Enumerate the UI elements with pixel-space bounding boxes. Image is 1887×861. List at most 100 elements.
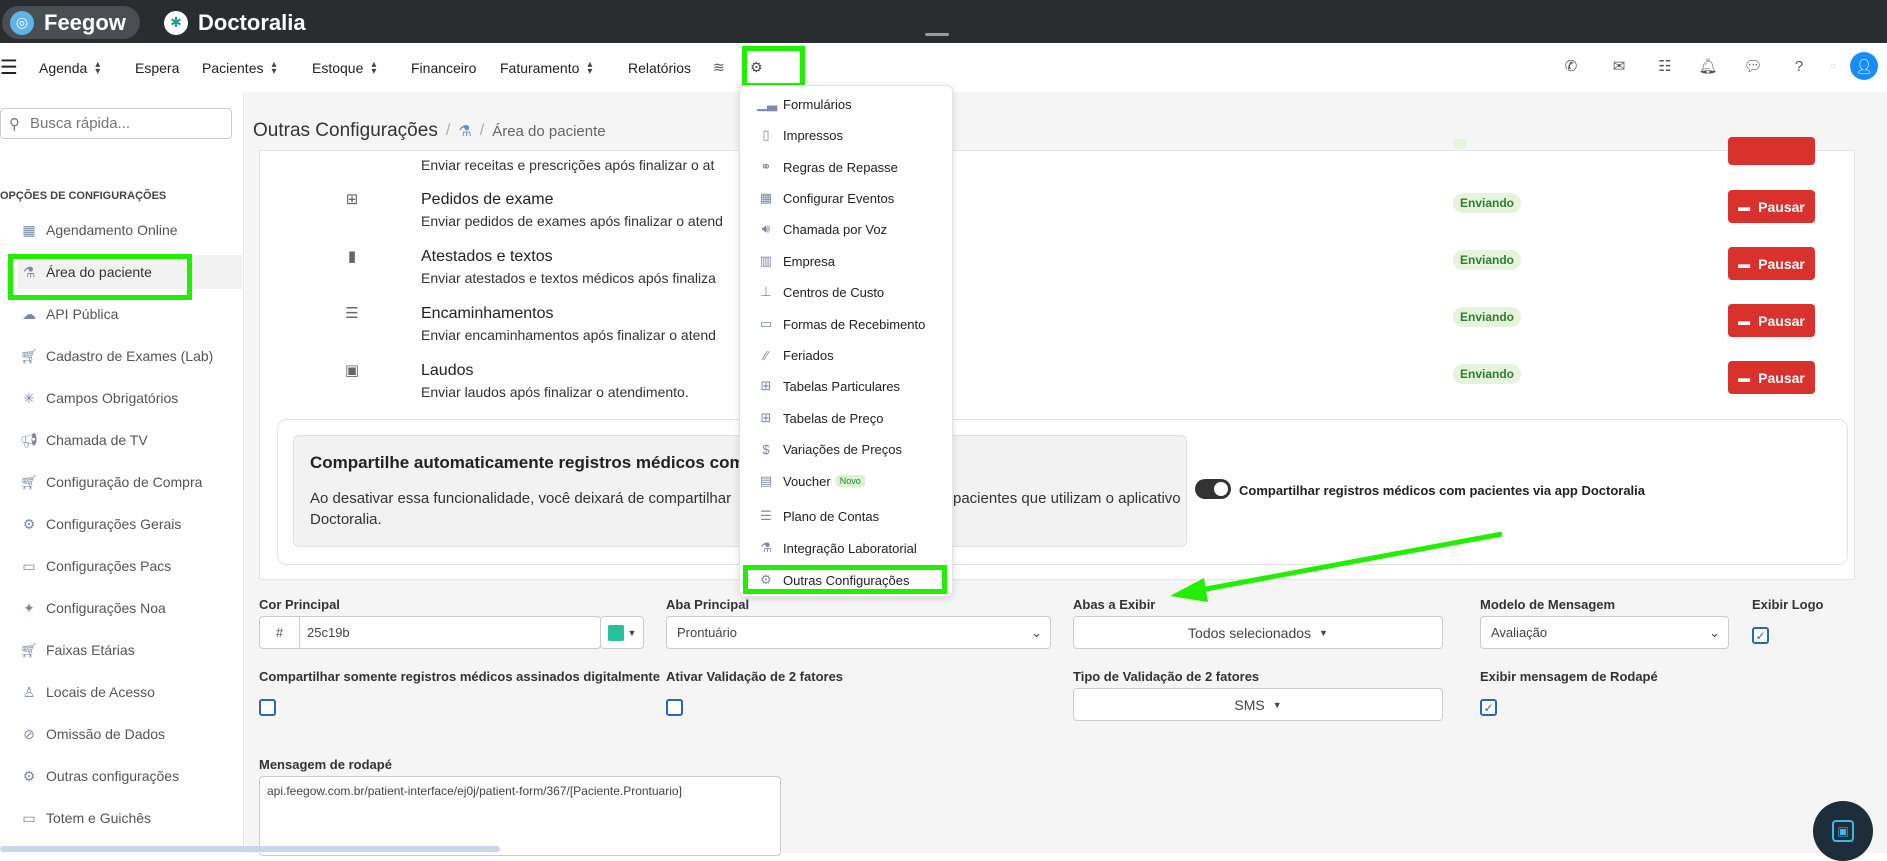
phone-icon[interactable]: ✆ [1561, 56, 1581, 76]
pause-button[interactable]: ▬ Pausar [1728, 361, 1815, 394]
sidebar-item-chamada-tv[interactable]: 📢︎ Chamada de TV [18, 423, 242, 457]
color-picker-button[interactable]: ▼ [600, 616, 644, 649]
row-description: Enviar atestados e textos médicos após f… [421, 270, 716, 286]
horizontal-scrollbar[interactable] [0, 846, 500, 852]
menu-item-formas-recebimento[interactable]: ▭ Formas de Recebimento [757, 311, 926, 337]
menu-item-plano-contas[interactable]: ☰ Plano de Contas [757, 503, 879, 529]
sidebar-item-agendamento-online[interactable]: ▦ Agendamento Online [18, 213, 242, 247]
abas-exibir-value: Todos selecionados [1188, 624, 1312, 641]
menu-item-feriados[interactable]: ⁄⁄ Feriados [757, 342, 834, 368]
hash-prefix: # [260, 617, 300, 648]
sidebar-item-locais-acesso[interactable]: ♙ Locais de Acesso [18, 675, 242, 709]
sidebar-item-omissao-dados[interactable]: ⊘ Omissão de Dados [18, 717, 242, 751]
sidebar-item-cadastro-exames[interactable]: 🛒︎ Cadastro de Exames (Lab) [18, 339, 242, 373]
exibir-logo-checkbox[interactable]: ✓ [1752, 627, 1769, 644]
cloud-icon: ☁ [22, 305, 36, 322]
avatar[interactable]: 👤︎ [1850, 52, 1878, 80]
sidebar-item-configuracoes-gerais[interactable]: ⚙ Configurações Gerais [18, 507, 242, 541]
nav-financeiro[interactable]: Financeiro [411, 43, 476, 92]
share-description-c: Doctoralia. [310, 511, 382, 528]
drag-handle[interactable] [925, 33, 949, 36]
menu-item-empresa[interactable]: ▥ Empresa [757, 248, 835, 274]
pause-button[interactable]: ▬ Pausar [1728, 304, 1815, 337]
aba-principal-select[interactable]: Prontuário ⌄ [666, 616, 1051, 649]
clipboard-plus-icon: ⊞ [345, 191, 359, 208]
sidebar-item-configuracoes-noa[interactable]: ✦ Configurações Noa [18, 591, 242, 625]
abas-exibir-multiselect[interactable]: Todos selecionados ▼ [1073, 616, 1443, 649]
nav-agenda[interactable]: Agenda ▴ ▾ [39, 43, 100, 92]
pause-button[interactable]: ▬ Pausar [1728, 190, 1815, 223]
megaphone-icon: 📢︎ [20, 431, 38, 448]
menu-item-variacoes-precos[interactable]: $ Variações de Preços [757, 436, 902, 462]
menu-item-voucher[interactable]: ▤ Voucher Novo [757, 468, 865, 494]
share-toggle-label: Compartilhar registros médicos com pacie… [1239, 483, 1646, 498]
sidebar-item-configuracoes-pacs[interactable]: ▭ Configurações Pacs [18, 549, 242, 583]
hamburger-menu-icon[interactable]: ☰ [0, 43, 18, 92]
share-toggle[interactable] [1195, 479, 1231, 499]
menu-item-configurar-eventos[interactable]: ▦ Configurar Eventos [757, 185, 894, 211]
mensagem-rodape-textarea[interactable]: api.feegow.com.br/patient-interface/ej0j… [259, 776, 781, 856]
inbox-icon[interactable]: ✉ [1609, 56, 1629, 76]
doctoralia-brand[interactable]: ✱ Doctoralia [164, 6, 306, 39]
nav-relatorios[interactable]: Relatórios [628, 43, 691, 92]
feegow-brand[interactable]: ◎ Feegow [2, 6, 140, 39]
database-icon[interactable]: ≋ [713, 43, 725, 92]
pause-button-label: Pausar [1758, 312, 1805, 329]
menu-item-chamada-voz[interactable]: 🔊︎ Chamada por Voz [757, 216, 887, 242]
sidebar-item-api-publica[interactable]: ☁ API Pública [18, 297, 242, 331]
compartilhar-assinados-checkbox[interactable] [259, 699, 276, 716]
search-icon: ⚲ [9, 115, 20, 133]
nav-pacientes[interactable]: Pacientes ▴ ▾ [202, 43, 277, 92]
sidebar-item-label: Cadastro de Exames (Lab) [46, 348, 214, 364]
nav-estoque-label: Estoque [312, 59, 364, 76]
validacao-2fatores-checkbox[interactable] [666, 699, 683, 716]
floating-assistant-button[interactable]: ▣ [1813, 801, 1873, 861]
row-title: Laudos [421, 362, 474, 379]
laptop-icon: ▭ [22, 809, 36, 826]
menu-item-tabelas-particulares[interactable]: ⊞ Tabelas Particulares [757, 373, 901, 399]
nav-faturamento[interactable]: Faturamento ▴ ▾ [500, 43, 592, 92]
menu-item-impressos[interactable]: ▯ Impressos [757, 122, 843, 148]
modelo-mensagem-select[interactable]: Avaliação ⌄ [1480, 616, 1729, 649]
menu-item-centros-custo[interactable]: ⊥ Centros de Custo [757, 279, 884, 305]
gears-icon: ⚙ [22, 767, 36, 784]
file-icon: ▮ [347, 248, 357, 265]
menu-item-integracao-laboratorial[interactable]: ⚗ Integração Laboratorial [757, 535, 917, 561]
pause-button[interactable]: ▬ Pausar [1728, 247, 1815, 280]
sidebar-item-configuracao-compra[interactable]: 🛒︎ Configuração de Compra [18, 465, 242, 499]
annotation-arrow [1170, 531, 1503, 602]
sidebar-item-faixas-etarias[interactable]: 🛒︎ Faixas Etárias [18, 633, 242, 667]
nav-estoque[interactable]: Estoque ▴ ▾ [312, 43, 376, 92]
search-input[interactable]: ⚲ Busca rápida... [0, 108, 232, 139]
flask-icon: ⚗ [458, 123, 472, 140]
sidebar-item-campos-obrigatorios[interactable]: ✳ Campos Obrigatórios [18, 381, 242, 415]
pause-button-label: Pausar [1758, 198, 1805, 215]
bell-icon[interactable]: 🔔︎ [1698, 56, 1718, 76]
feegow-logo-icon: ◎ [10, 10, 34, 35]
nav-espera[interactable]: Espera [135, 43, 179, 92]
checklist-icon[interactable]: ☷ [1655, 56, 1675, 76]
menu-item-regras-repasse[interactable]: ⚭ Regras de Repasse [757, 154, 898, 180]
breadcrumb-current[interactable]: Área do paciente [492, 123, 605, 140]
cor-principal-input[interactable]: # 25c19b [259, 616, 601, 649]
pause-button-partial[interactable] [1728, 137, 1815, 165]
dollar-icon: $ [762, 441, 770, 457]
tipo-validacao-select[interactable]: SMS ▼ [1073, 688, 1443, 721]
cart-icon: 🛒︎ [20, 347, 38, 364]
sitemap-icon: ⊥ [760, 284, 772, 299]
page-title: Outras Configurações [253, 120, 438, 141]
share-title: Compartilhe automaticamente registros mé… [310, 453, 769, 472]
exibir-rodape-checkbox[interactable]: ✓ [1480, 699, 1497, 716]
menu-item-tabelas-preco[interactable]: ⊞ Tabelas de Preço [757, 405, 884, 431]
nav-agenda-label: Agenda [39, 59, 88, 76]
sidebar-item-label: Faixas Etárias [46, 642, 135, 658]
calendar-icon: ▦ [759, 190, 773, 205]
validacao-2fatores-label: Ativar Validação de 2 fatores [666, 669, 844, 684]
sidebar-item-outras-configuracoes[interactable]: ⚙ Outras configurações [18, 759, 242, 793]
sidebar-item-totem-guiches[interactable]: ▭ Totem e Guichês [18, 801, 242, 835]
menu-item-formularios[interactable]: ▁▃ Formulários [757, 91, 852, 117]
help-icon[interactable]: ? [1789, 56, 1809, 76]
sidebar-item-label: Totem e Guichês [46, 810, 152, 826]
sort-caret-icon: ▴ ▾ [371, 58, 377, 77]
chat-icon[interactable]: 💬︎ [1743, 56, 1763, 76]
